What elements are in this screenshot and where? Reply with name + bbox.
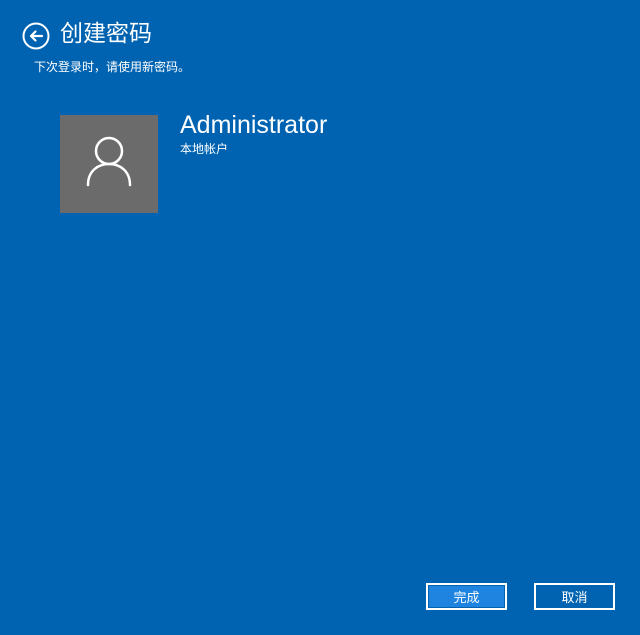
user-icon (86, 136, 132, 187)
avatar (60, 115, 158, 213)
finish-button[interactable]: 完成 (426, 583, 507, 610)
username: Administrator (180, 111, 328, 139)
account-type: 本地帐户 (180, 142, 229, 156)
page-title: 创建密码 (60, 21, 152, 47)
cancel-button[interactable]: 取消 (534, 583, 615, 610)
page-subtitle: 下次登录时，请使用新密码。 (34, 60, 191, 74)
back-button[interactable] (22, 22, 50, 50)
back-arrow-circle-icon (22, 22, 50, 50)
